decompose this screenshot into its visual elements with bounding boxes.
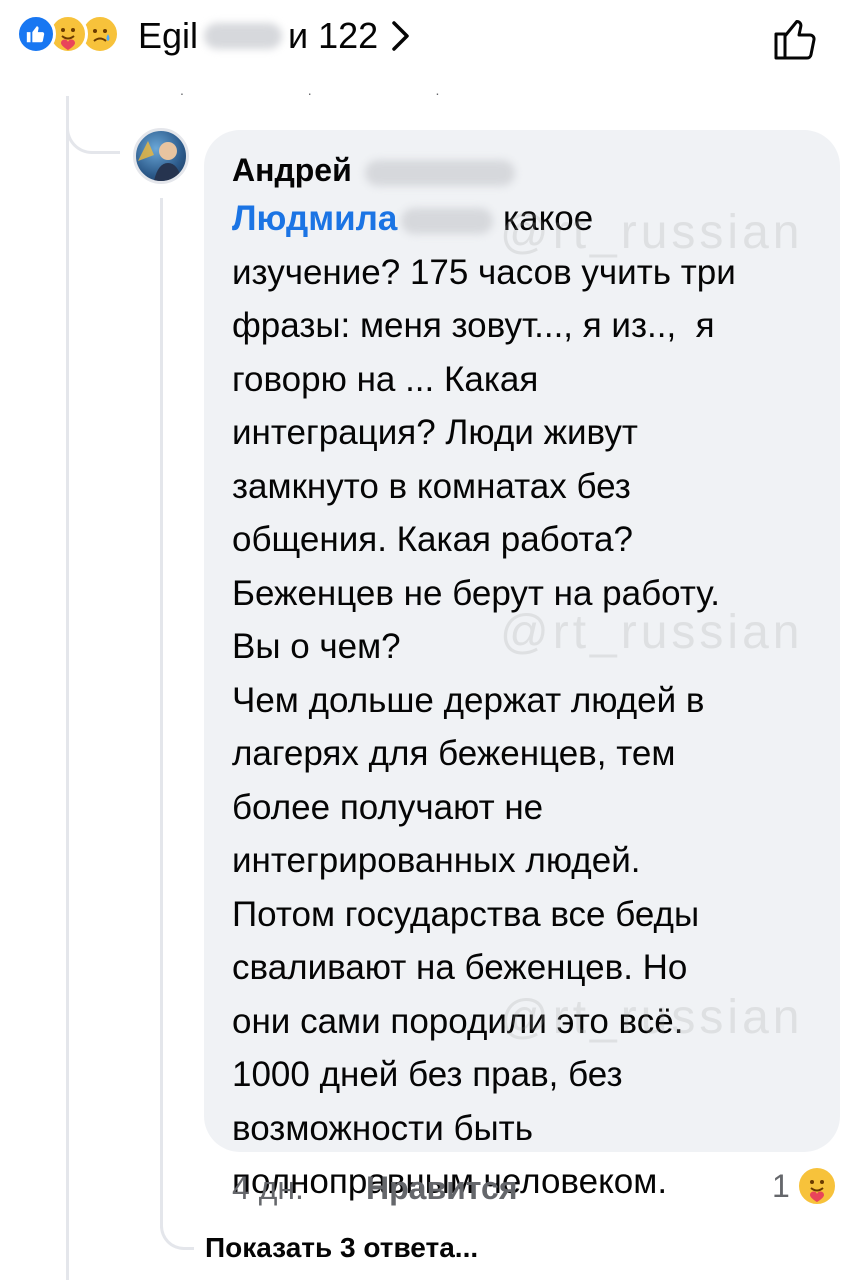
avatar[interactable] xyxy=(133,128,189,184)
comment-body: какое изучение? 175 часов учить три фраз… xyxy=(232,199,736,1201)
reply-thread-branch xyxy=(160,1208,194,1250)
reply-thread-line xyxy=(160,198,163,1228)
thread-branch xyxy=(66,118,120,154)
thread-line xyxy=(66,96,69,1280)
like-button[interactable]: Нравится xyxy=(366,1166,518,1210)
comment-reaction-count[interactable]: 1 xyxy=(772,1162,838,1210)
chevron-right-icon xyxy=(392,21,409,51)
thumbs-up-icon[interactable] xyxy=(770,12,822,64)
watermark: @rt_russian xyxy=(500,206,804,259)
reactor-count: и 122 xyxy=(288,15,379,56)
blurred-surname xyxy=(204,23,283,49)
reaction-icons[interactable] xyxy=(16,14,120,54)
author-name: Андрей xyxy=(232,152,352,188)
mention-link[interactable]: Людмила xyxy=(232,199,397,238)
like-icon xyxy=(16,14,56,54)
watermark: @rt_russian xyxy=(500,991,804,1044)
care-icon xyxy=(795,1165,838,1207)
blurred-surname xyxy=(401,207,494,234)
comment-time[interactable]: 4 дн. xyxy=(232,1166,366,1210)
reactions-summary-bar: Egil и 122 xyxy=(0,0,852,80)
reaction-count-value: 1 xyxy=(772,1168,790,1204)
reaction-names-link[interactable]: Egil и 122 xyxy=(138,14,412,58)
show-replies-link[interactable]: Показать 3 ответа... xyxy=(205,1228,478,1268)
comment-text: Людмила какое изучение? 175 часов учить … xyxy=(232,192,822,1209)
comment-actions: 4 дн. Нравится xyxy=(232,1166,518,1210)
reactor-name: Egil xyxy=(138,15,199,56)
blurred-surname xyxy=(364,159,515,186)
watermark: @rt_russian xyxy=(500,606,804,659)
comment-author[interactable]: Андрей xyxy=(232,150,515,190)
cropped-text-fragment: . . . xyxy=(180,82,500,98)
